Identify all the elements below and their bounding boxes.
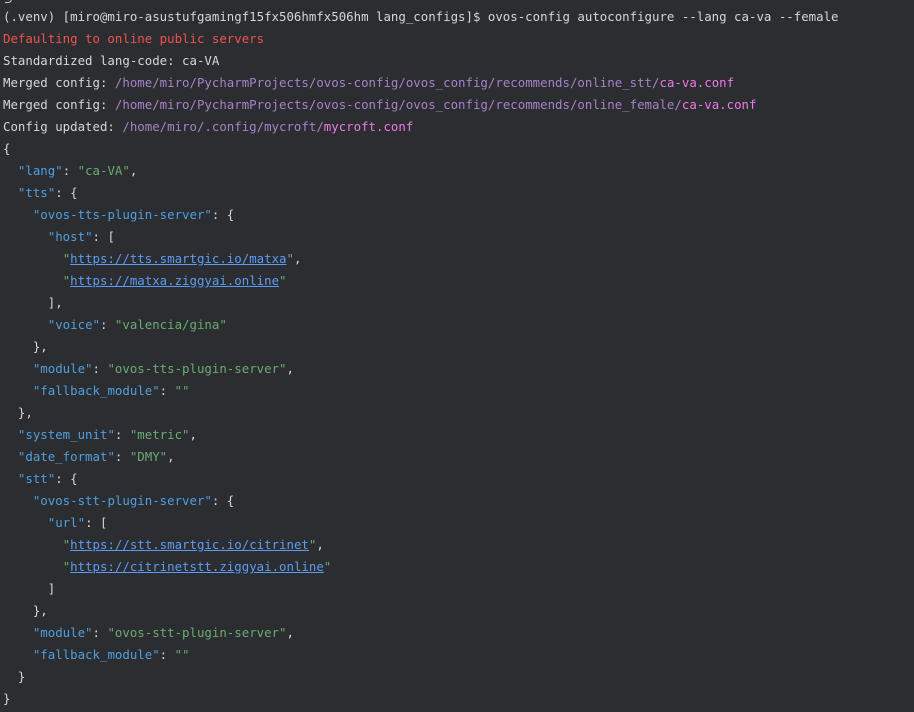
scrolled-brace-fragment [5, 0, 12, 3]
stt-url-link-2[interactable]: https://citrinetstt.ziggyai.online [70, 559, 324, 574]
json-host-url-line-1: "https://tts.smartgic.io/matxa", [62, 251, 302, 266]
json-host-url-line-2: "https://matxa.ziggyai.online" [62, 273, 287, 288]
json-url-line: "url": [ [47, 515, 108, 530]
json-date-format-line: "date_format": "DMY", [17, 449, 175, 464]
json-string: "valencia/gina" [114, 317, 227, 332]
merged-config-line-1: Merged config: /home/miro/PycharmProject… [3, 72, 734, 94]
json-key: "system_unit" [17, 427, 115, 442]
json-key: "date_format" [17, 449, 115, 464]
json-stt-module-line: "module": "ovos-stt-plugin-server", [32, 625, 294, 640]
json-stt-plugin-close-line: }, [3, 603, 48, 618]
stt-url-link-1[interactable]: https://stt.smartgic.io/citrinet [70, 537, 309, 552]
merged-label: Merged config: [3, 75, 115, 90]
merged-path-2[interactable]: /home/miro/PycharmProjects/ovos-config/o… [115, 97, 682, 112]
merged-file-2[interactable]: ca-va.conf [682, 97, 757, 112]
json-key: "voice" [47, 317, 100, 332]
json-key: "stt" [17, 471, 56, 486]
json-key: "lang" [17, 163, 63, 178]
json-lang-line: "lang": "ca-VA", [17, 163, 138, 178]
json-tts-module-line: "module": "ovos-tts-plugin-server", [32, 361, 294, 376]
json-tts-plugin-line: "ovos-tts-plugin-server": { [32, 207, 235, 222]
json-tts-plugin-close-line: }, [3, 339, 48, 354]
command-prompt-line: (.venv) [miro@miro-asustufgamingf15fx506… [3, 9, 839, 24]
updated-file[interactable]: mycroft.conf [324, 119, 414, 134]
terminal-window[interactable]: (.venv) [miro@miro-asustufgamingf15fx506… [0, 0, 914, 712]
json-tts-line: "tts": { [17, 185, 78, 200]
json-string: "ca-VA" [77, 163, 130, 178]
json-stt-plugin-line: "ovos-stt-plugin-server": { [32, 493, 235, 508]
json-key: "fallback_module" [32, 647, 160, 662]
config-updated-line: Config updated: /home/miro/.config/mycro… [3, 116, 413, 138]
lang-code-line: Standardized lang-code: ca-VA [3, 53, 220, 68]
json-host-line: "host": [ [47, 229, 115, 244]
json-string: "" [174, 383, 190, 398]
json-url-close-line: ] [3, 581, 56, 596]
json-tts-close-line: }, [3, 405, 33, 420]
host-url-link-2[interactable]: https://matxa.ziggyai.online [70, 273, 279, 288]
json-close-brace: } [3, 691, 11, 706]
json-string: "" [174, 647, 190, 662]
json-stt-url-line-2: "https://citrinetstt.ziggyai.online" [62, 559, 332, 574]
host-url-link-1[interactable]: https://tts.smartgic.io/matxa [70, 251, 286, 266]
json-system-unit-line: "system_unit": "metric", [17, 427, 197, 442]
json-key: "module" [32, 625, 93, 640]
json-stt-line: "stt": { [17, 471, 78, 486]
json-key: "fallback_module" [32, 383, 160, 398]
json-stt-close-line: } [3, 669, 26, 684]
json-key: "host" [47, 229, 93, 244]
json-string: "metric" [129, 427, 190, 442]
json-key: "url" [47, 515, 86, 530]
json-host-close-line: ], [3, 295, 63, 310]
json-stt-url-line-1: "https://stt.smartgic.io/citrinet", [62, 537, 324, 552]
json-tts-fallback-line: "fallback_module": "" [32, 383, 190, 398]
json-string: "DMY" [129, 449, 168, 464]
json-key: "module" [32, 361, 93, 376]
warning-line: Defaulting to online public servers [3, 31, 265, 46]
merged-label: Merged config: [3, 97, 115, 112]
json-voice-line: "voice": "valencia/gina" [47, 317, 227, 332]
json-key: "tts" [17, 185, 56, 200]
json-key: "ovos-tts-plugin-server" [32, 207, 212, 222]
merged-config-line-2: Merged config: /home/miro/PycharmProject… [3, 94, 756, 116]
json-string: "ovos-tts-plugin-server" [107, 361, 287, 376]
json-string: "ovos-stt-plugin-server" [107, 625, 287, 640]
json-open-brace: { [3, 141, 11, 156]
updated-path[interactable]: /home/miro/.config/mycroft/ [122, 119, 323, 134]
json-stt-fallback-line: "fallback_module": "" [32, 647, 190, 662]
merged-path-1[interactable]: /home/miro/PycharmProjects/ovos-config/o… [115, 75, 660, 90]
updated-label: Config updated: [3, 119, 123, 134]
merged-file-1[interactable]: ca-va.conf [659, 75, 734, 90]
json-key: "ovos-stt-plugin-server" [32, 493, 212, 508]
